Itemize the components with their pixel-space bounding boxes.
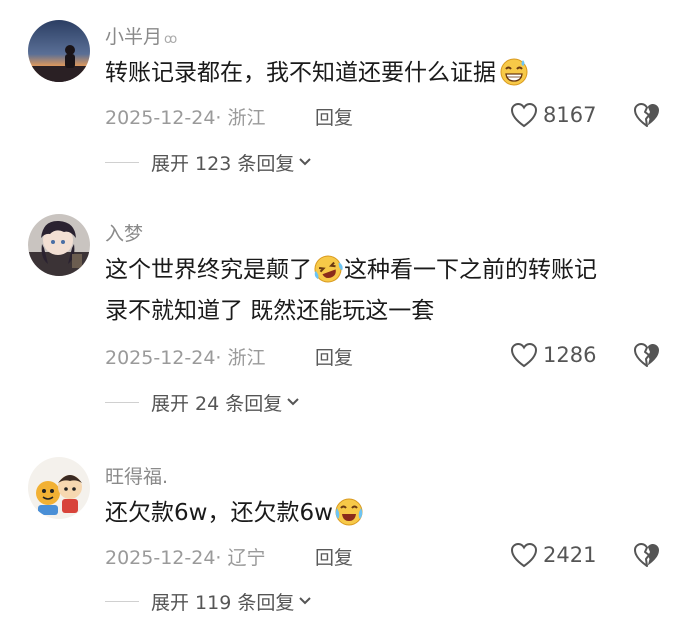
reply-button[interactable]: 回复 bbox=[315, 543, 353, 570]
comment-text: 这个世界终究是颠了 这种看一下之前的转账记 录不就知道了 既然还能玩这一套 bbox=[105, 250, 665, 332]
like-button[interactable]: 8167 bbox=[510, 100, 596, 130]
avatar[interactable] bbox=[28, 20, 90, 82]
like-button[interactable]: 2421 bbox=[510, 540, 596, 570]
divider bbox=[105, 401, 139, 403]
avatar[interactable] bbox=[28, 457, 90, 519]
grinning-sweat-emoji bbox=[500, 58, 528, 86]
badge-icon: ꝏ bbox=[164, 32, 178, 47]
reply-button[interactable]: 回复 bbox=[315, 343, 353, 370]
comment-meta: 2025-12-24· 辽宁 bbox=[105, 547, 266, 569]
like-count: 1286 bbox=[543, 343, 597, 367]
comment-meta: 2025-12-24· 浙江 bbox=[105, 107, 266, 129]
like-count: 8167 bbox=[543, 103, 597, 127]
comment-date: 2025-12-24 bbox=[105, 547, 216, 569]
broken-heart-icon[interactable] bbox=[632, 340, 662, 370]
avatar[interactable] bbox=[28, 214, 90, 276]
comment-text: 还欠款6w，还欠款6w bbox=[105, 493, 665, 534]
comment-location: 浙江 bbox=[227, 107, 266, 129]
crying-laugh-emoji bbox=[335, 498, 363, 526]
expand-replies[interactable]: 展开 119 条回复 bbox=[105, 588, 312, 614]
heart-icon bbox=[510, 342, 538, 368]
username[interactable]: 入梦 bbox=[105, 219, 143, 246]
expand-replies[interactable]: 展开 24 条回复 bbox=[105, 389, 300, 415]
chevron-down-icon bbox=[287, 398, 299, 406]
expand-replies[interactable]: 展开 123 条回复 bbox=[105, 149, 312, 175]
broken-heart-icon[interactable] bbox=[632, 540, 662, 570]
chevron-down-icon bbox=[299, 597, 312, 605]
comment-location: 辽宁 bbox=[227, 547, 266, 569]
divider bbox=[105, 161, 139, 163]
heart-icon bbox=[510, 102, 538, 128]
laughing-tears-emoji bbox=[314, 255, 343, 283]
comment-date: 2025-12-24 bbox=[105, 347, 216, 369]
heart-icon bbox=[510, 542, 538, 568]
reply-button[interactable]: 回复 bbox=[315, 103, 353, 130]
divider bbox=[105, 600, 139, 602]
like-button[interactable]: 1286 bbox=[510, 340, 596, 370]
comment-location: 浙江 bbox=[227, 347, 266, 369]
username[interactable]: 小半月 ꝏ bbox=[105, 22, 177, 49]
chevron-down-icon bbox=[299, 158, 312, 166]
like-count: 2421 bbox=[543, 543, 597, 567]
broken-heart-icon[interactable] bbox=[632, 100, 662, 130]
comment-text: 转账记录都在，我不知道还要什么证据 bbox=[105, 53, 665, 94]
comment-date: 2025-12-24 bbox=[105, 107, 216, 129]
comment-meta: 2025-12-24· 浙江 bbox=[105, 347, 266, 369]
username[interactable]: 旺得福. bbox=[105, 462, 168, 489]
